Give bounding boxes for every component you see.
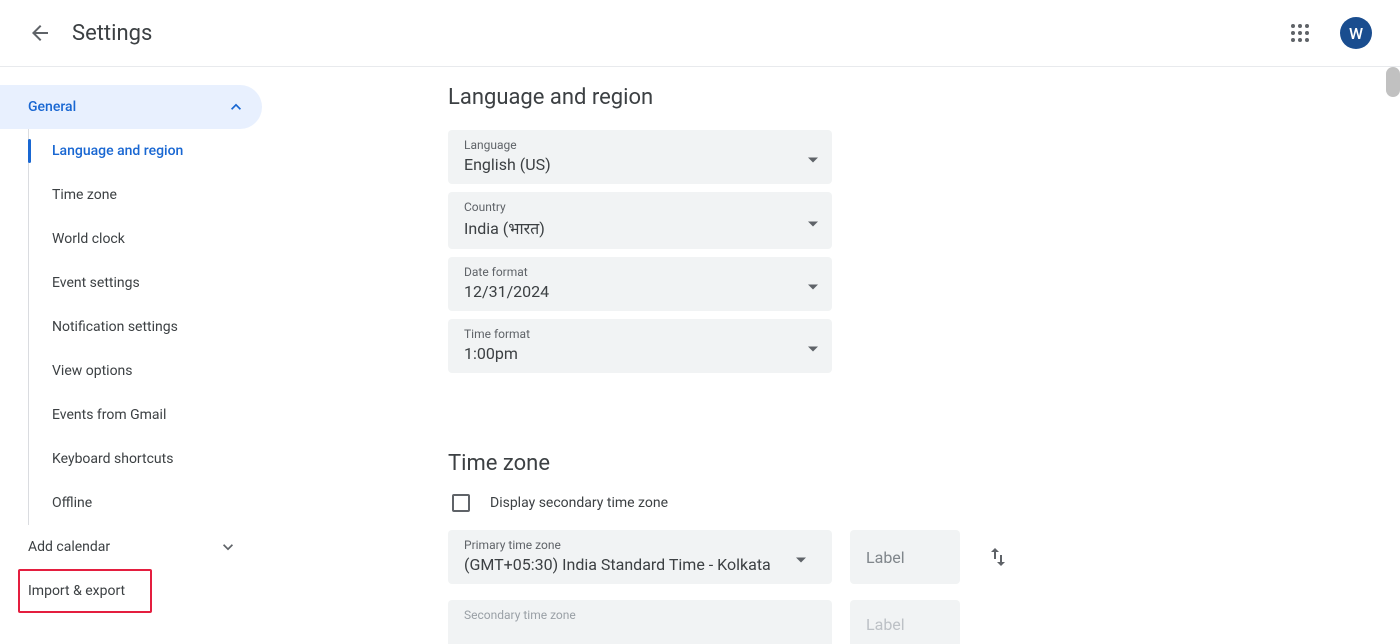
secondary-tz-label: Secondary time zone — [464, 608, 816, 622]
nav-notification-settings[interactable]: Notification settings — [29, 305, 264, 349]
secondary-tz-checkbox[interactable] — [452, 494, 470, 512]
nav-keyboard-shortcuts[interactable]: Keyboard shortcuts — [29, 437, 264, 481]
date-format-select-label: Date format — [464, 265, 816, 279]
swap-vertical-icon — [986, 545, 1010, 569]
time-format-select[interactable]: Time format 1:00pm — [448, 319, 832, 373]
language-select-label: Language — [464, 138, 816, 152]
nav-add-calendar-label: Add calendar — [28, 539, 110, 555]
sidebar: General Language and region Time zone Wo… — [0, 67, 264, 644]
secondary-tz-label-input[interactable]: Label — [850, 600, 960, 644]
header-right: W — [1276, 9, 1384, 57]
primary-tz-label-input[interactable]: Label — [850, 530, 960, 584]
nav-offline[interactable]: Offline — [29, 481, 264, 525]
primary-tz-select[interactable]: Primary time zone (GMT+05:30) India Stan… — [448, 530, 832, 584]
arrow-back-icon — [28, 21, 52, 45]
scrollbar[interactable] — [1386, 67, 1400, 97]
avatar[interactable]: W — [1340, 17, 1372, 49]
back-button[interactable] — [16, 9, 64, 57]
secondary-tz-select[interactable]: Secondary time zone — [448, 600, 832, 644]
dropdown-arrow-icon — [808, 148, 818, 167]
section-title-timezone: Time zone — [448, 451, 1376, 476]
main: Language and region Language English (US… — [264, 67, 1400, 644]
date-format-select-value: 12/31/2024 — [464, 282, 816, 301]
primary-tz-label: Primary time zone — [464, 538, 816, 552]
secondary-tz-checkbox-label: Display secondary time zone — [490, 495, 668, 511]
nav-general-label: General — [28, 99, 76, 115]
country-select-value: India (भारत) — [464, 217, 816, 239]
time-format-select-value: 1:00pm — [464, 344, 816, 363]
primary-tz-value: (GMT+05:30) India Standard Time - Kolkat… — [464, 555, 816, 574]
nav-timezone[interactable]: Time zone — [29, 173, 264, 217]
dropdown-arrow-icon — [808, 275, 818, 294]
nav-events-gmail[interactable]: Events from Gmail — [29, 393, 264, 437]
content: General Language and region Time zone Wo… — [0, 67, 1400, 644]
nav-world-clock[interactable]: World clock — [29, 217, 264, 261]
country-select-label: Country — [464, 200, 816, 214]
nav-import-export-label: Import & export — [28, 583, 125, 599]
date-format-select[interactable]: Date format 12/31/2024 — [448, 257, 832, 311]
nav-sub-items: Language and region Time zone World cloc… — [28, 129, 264, 525]
primary-tz-row: Primary time zone (GMT+05:30) India Stan… — [448, 530, 1376, 584]
nav-import-export[interactable]: Import & export — [18, 569, 152, 613]
language-select-value: English (US) — [464, 155, 816, 174]
chevron-down-icon — [218, 537, 238, 557]
nav-view-options[interactable]: View options — [29, 349, 264, 393]
header: Settings W — [0, 0, 1400, 67]
apps-grid-icon — [1291, 24, 1309, 42]
nav-add-calendar[interactable]: Add calendar — [0, 525, 264, 569]
page-title: Settings — [72, 21, 152, 46]
secondary-tz-row: Secondary time zone Label — [448, 600, 1376, 644]
nav-event-settings[interactable]: Event settings — [29, 261, 264, 305]
dropdown-arrow-icon — [808, 337, 818, 356]
google-apps-button[interactable] — [1276, 9, 1324, 57]
country-select[interactable]: Country India (भारत) — [448, 192, 832, 249]
secondary-tz-checkbox-row: Display secondary time zone — [448, 494, 1376, 512]
section-title-language: Language and region — [448, 85, 1376, 110]
chevron-up-icon — [226, 97, 246, 117]
dropdown-arrow-icon — [796, 548, 806, 567]
dropdown-arrow-icon — [808, 211, 818, 230]
time-format-select-label: Time format — [464, 327, 816, 341]
language-select[interactable]: Language English (US) — [448, 130, 832, 184]
nav-general[interactable]: General — [0, 85, 262, 129]
swap-tz-button[interactable] — [978, 530, 1018, 584]
nav-language-region[interactable]: Language and region — [29, 129, 264, 173]
